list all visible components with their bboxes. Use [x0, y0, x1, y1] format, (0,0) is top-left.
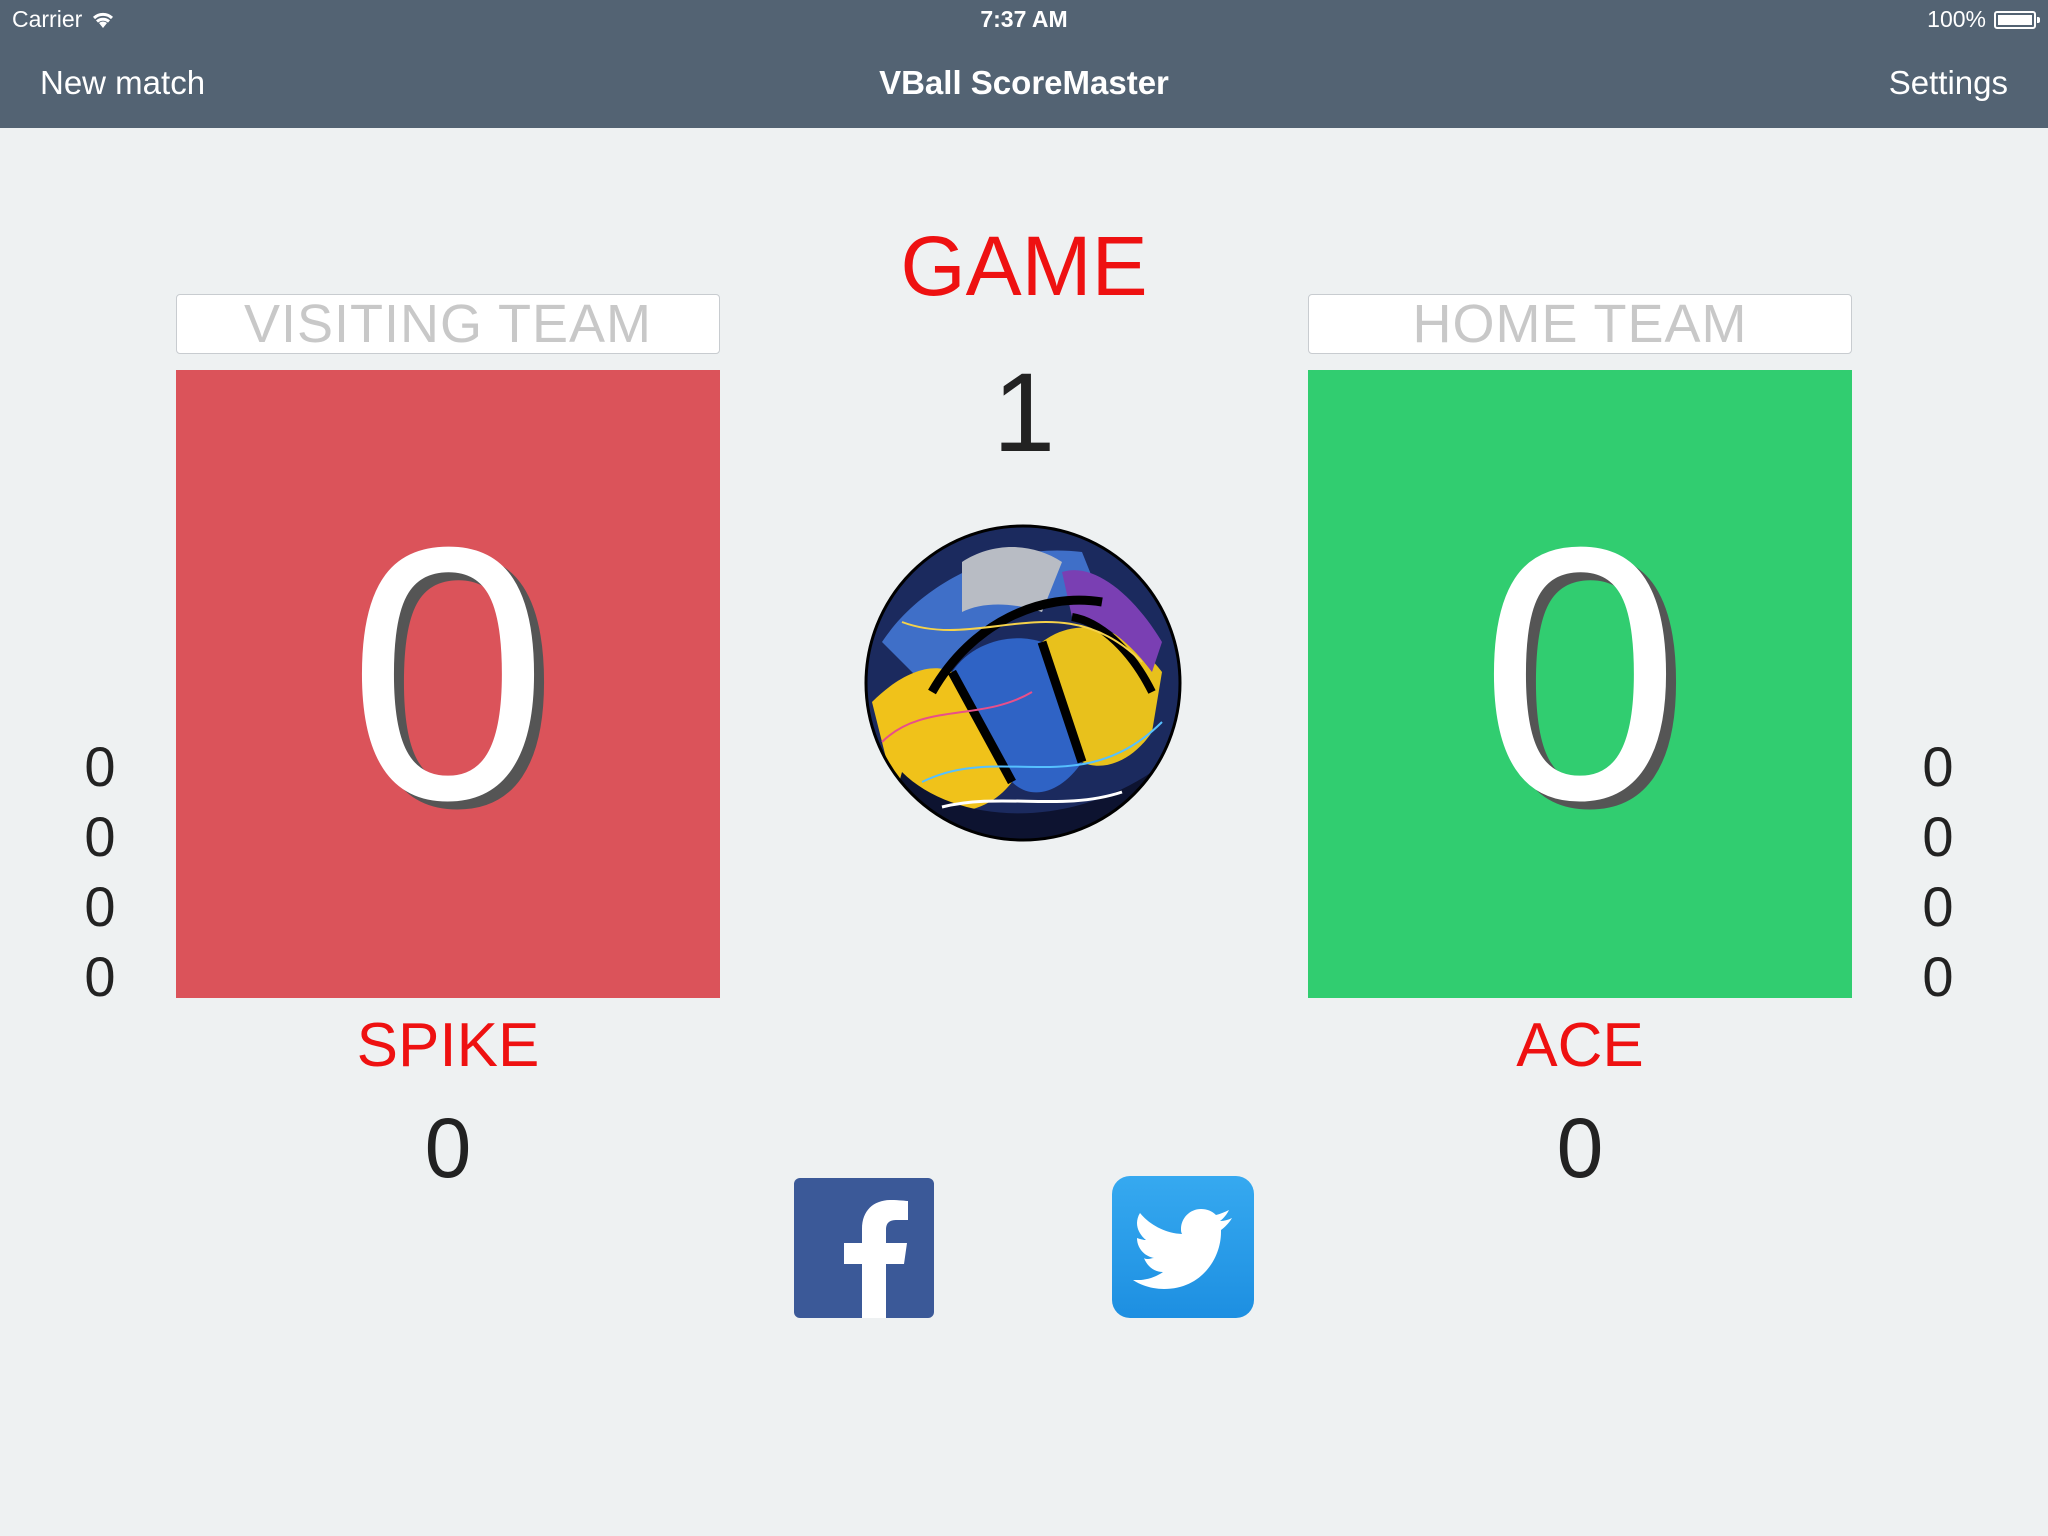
ace-button[interactable]: ACE [1308, 1010, 1852, 1081]
twitter-icon [1133, 1209, 1232, 1289]
battery-icon [1994, 10, 2040, 29]
visiting-set-score: 0 [84, 945, 116, 1008]
app-title: VBall ScoreMaster [879, 64, 1169, 101]
navigation-bar: Carrier 7:37 AM 100% New match VBall Sco… [0, 0, 2048, 128]
new-match-button[interactable]: New match [40, 64, 205, 102]
twitter-share-button[interactable] [1112, 1176, 1254, 1318]
spike-count: 0 [424, 1101, 472, 1195]
settings-button[interactable]: Settings [1889, 64, 2008, 102]
facebook-share-button[interactable] [794, 1178, 934, 1318]
visiting-team-score-button[interactable]: 0 [176, 370, 720, 998]
ace-count: 0 [1556, 1101, 1604, 1195]
visiting-team-set-scores: 0 0 0 0 [70, 732, 130, 1012]
home-team-score: 0 [1479, 473, 1681, 875]
home-set-score: 0 [1922, 875, 1954, 938]
home-team-set-scores: 0 0 0 0 [1908, 732, 1968, 1012]
home-set-score: 0 [1922, 945, 1954, 1008]
home-set-score: 0 [1922, 805, 1954, 868]
status-time: 7:37 AM [980, 6, 1068, 32]
home-team-name-field[interactable]: HOME TEAM [1308, 294, 1852, 354]
facebook-icon [844, 1200, 908, 1318]
home-team-score-button[interactable]: 0 [1308, 370, 1852, 998]
home-set-score: 0 [1922, 735, 1954, 798]
volleyball-icon[interactable] [862, 522, 1184, 844]
visiting-team-score: 0 [347, 473, 549, 875]
spike-button[interactable]: SPIKE [176, 1010, 720, 1081]
visiting-set-score: 0 [84, 875, 116, 938]
visiting-team-name-field[interactable]: VISITING TEAM [176, 294, 720, 354]
visiting-set-score: 0 [84, 735, 116, 798]
status-battery: 100% [1927, 6, 2040, 33]
battery-percent: 100% [1927, 6, 1986, 32]
visiting-set-score: 0 [84, 805, 116, 868]
